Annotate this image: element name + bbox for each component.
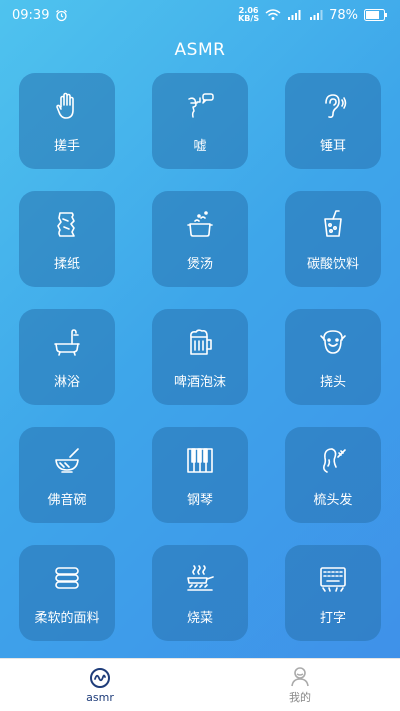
tile-label: 搓手 <box>53 139 80 154</box>
tile-label: 揉纸 <box>53 257 80 272</box>
tile-soup[interactable]: 煲汤 <box>152 191 248 287</box>
sound-grid: 搓手 嘘 锤耳 揉纸 煲汤 碳酸饮料 淋浴 啤酒泡沫 挠头 佛音碗 钢琴 梳头发… <box>19 73 381 641</box>
tab-asmr[interactable]: asmr <box>0 659 200 711</box>
soup-pot-icon <box>185 209 215 239</box>
tile-soft-fabric[interactable]: 柔软的面料 <box>19 545 115 641</box>
status-bar: 09:39 2.06 KB/S 78% <box>0 0 400 30</box>
tile-label: 啤酒泡沫 <box>173 375 226 390</box>
ear-icon <box>318 91 348 121</box>
tile-typing[interactable]: 打字 <box>285 545 381 641</box>
tile-label: 碳酸饮料 <box>306 257 359 272</box>
tile-soda[interactable]: 碳酸饮料 <box>285 191 381 287</box>
tile-singing-bowl[interactable]: 佛音碗 <box>19 427 115 523</box>
tile-label: 嘘 <box>193 139 207 154</box>
wifi-icon <box>265 9 281 20</box>
tile-rub-hands[interactable]: 搓手 <box>19 73 115 169</box>
signal-icon <box>310 10 323 20</box>
bathtub-icon <box>52 327 82 357</box>
frying-pan-icon <box>185 563 215 593</box>
status-right: 2.06 KB/S 78% <box>238 7 388 23</box>
network-speed: 2.06 KB/S <box>238 7 259 23</box>
network-speed-unit: KB/S <box>238 14 260 23</box>
status-time: 09:39 <box>12 7 50 23</box>
tile-crumple-paper[interactable]: 揉纸 <box>19 191 115 287</box>
tile-label: 打字 <box>319 611 346 626</box>
scratch-head-icon <box>318 327 348 357</box>
tile-label: 钢琴 <box>186 493 213 508</box>
asmr-wave-icon <box>90 667 110 688</box>
tile-label: 挠头 <box>319 375 346 390</box>
fabric-stack-icon <box>52 563 82 593</box>
tile-label: 锤耳 <box>319 139 346 154</box>
tile-whisper[interactable]: 嘘 <box>152 73 248 169</box>
signal-4g-icon <box>288 10 301 20</box>
tile-beer-foam[interactable]: 啤酒泡沫 <box>152 309 248 405</box>
tile-label: 煲汤 <box>186 257 213 272</box>
alarm-clock-icon <box>56 9 68 21</box>
tile-piano[interactable]: 钢琴 <box>152 427 248 523</box>
soda-cup-icon <box>318 209 348 239</box>
tile-scratch-head[interactable]: 挠头 <box>285 309 381 405</box>
bottom-tab-bar: asmr 我的 <box>0 658 400 711</box>
tab-profile[interactable]: 我的 <box>200 659 400 711</box>
battery-icon <box>364 9 387 21</box>
tile-label: 淋浴 <box>53 375 80 390</box>
status-left: 09:39 <box>12 8 68 23</box>
tab-label: 我的 <box>289 691 311 704</box>
tile-label: 梳头发 <box>313 493 353 508</box>
tile-label: 佛音碗 <box>47 493 87 508</box>
tile-label: 柔软的面料 <box>34 611 100 626</box>
tile-comb-hair[interactable]: 梳头发 <box>285 427 381 523</box>
tile-label: 烧菜 <box>186 611 213 626</box>
tab-label: asmr <box>86 690 114 704</box>
profile-icon <box>291 667 309 687</box>
crumpled-paper-icon <box>52 209 82 239</box>
comb-hair-icon <box>318 445 348 475</box>
keyboard-icon <box>318 563 348 593</box>
hand-icon <box>52 91 82 121</box>
tile-cooking[interactable]: 烧菜 <box>152 545 248 641</box>
tile-shower[interactable]: 淋浴 <box>19 309 115 405</box>
beer-mug-icon <box>185 327 215 357</box>
piano-icon <box>185 445 215 475</box>
battery-level: 78% <box>329 7 358 23</box>
page-title: ASMR <box>174 40 226 60</box>
whisper-icon <box>185 91 215 121</box>
tile-hammer-ear[interactable]: 锤耳 <box>285 73 381 169</box>
singing-bowl-icon <box>52 445 82 475</box>
